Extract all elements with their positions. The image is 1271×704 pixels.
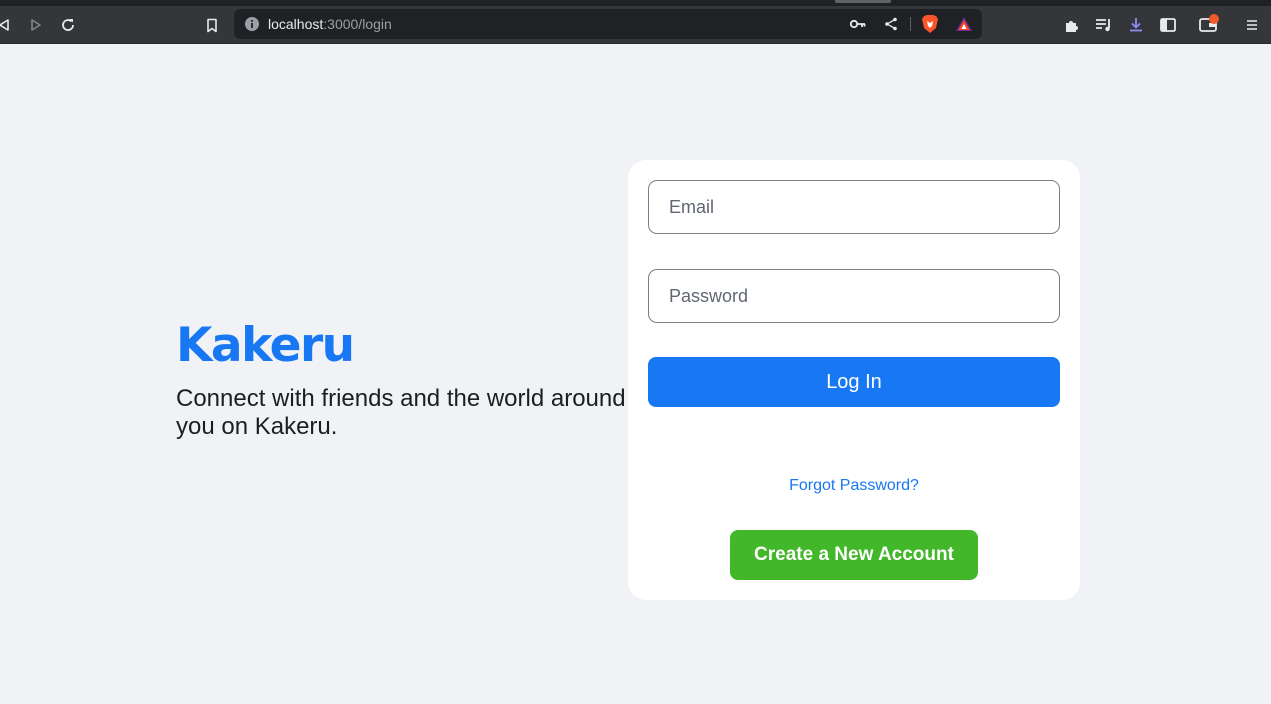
address-bar[interactable]: localhost:3000/login bbox=[234, 9, 982, 39]
brave-lion-icon[interactable] bbox=[918, 12, 942, 36]
hamburger-menu-icon[interactable] bbox=[1240, 13, 1264, 37]
playlist-icon[interactable] bbox=[1092, 13, 1116, 37]
bookmark-icon[interactable] bbox=[200, 13, 224, 37]
url-path: :3000/login bbox=[323, 16, 392, 32]
info-icon[interactable] bbox=[244, 16, 260, 37]
brand-logo: Kakeru bbox=[176, 318, 355, 373]
back-arrow-icon[interactable] bbox=[0, 13, 16, 37]
omnibox-separator bbox=[910, 17, 911, 31]
login-button[interactable]: Log In bbox=[648, 357, 1060, 407]
forgot-password-link[interactable]: Forgot Password? bbox=[628, 477, 1080, 495]
url-host: localhost bbox=[268, 16, 324, 32]
sidebar-icon[interactable] bbox=[1156, 13, 1180, 37]
brand-tagline: Connect with friends and the world aroun… bbox=[176, 385, 626, 440]
browser-toolbar: localhost:3000/login bbox=[0, 6, 1271, 44]
password-field[interactable] bbox=[648, 269, 1060, 323]
share-icon[interactable] bbox=[879, 12, 903, 36]
login-page: Kakeru Connect with friends and the worl… bbox=[0, 44, 1271, 704]
reload-icon[interactable] bbox=[56, 13, 80, 37]
download-icon[interactable] bbox=[1124, 13, 1148, 37]
url-text[interactable]: localhost:3000/login bbox=[268, 16, 392, 32]
wallet-icon[interactable] bbox=[1196, 13, 1220, 37]
create-account-button[interactable]: Create a New Account bbox=[730, 530, 978, 580]
email-field[interactable] bbox=[648, 180, 1060, 234]
key-icon[interactable] bbox=[846, 12, 870, 36]
forward-arrow-icon[interactable] bbox=[24, 13, 48, 37]
login-card: Log In Forgot Password? Create a New Acc… bbox=[628, 160, 1080, 600]
triangle-rewards-icon[interactable] bbox=[952, 12, 976, 36]
puzzle-icon[interactable] bbox=[1060, 13, 1084, 37]
wallet-notification-badge bbox=[1209, 14, 1219, 24]
active-tab-indicator bbox=[835, 0, 891, 3]
